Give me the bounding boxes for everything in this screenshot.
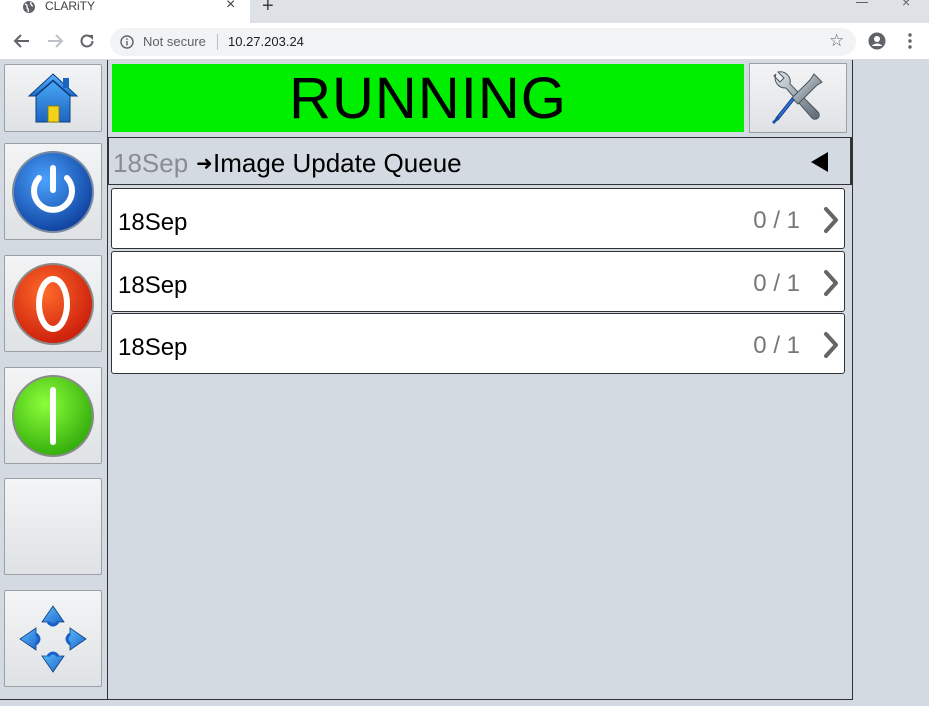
- browser-tab[interactable]: CLARiTY ×: [0, 0, 250, 23]
- power-button[interactable]: [4, 143, 102, 240]
- queue-row-name: 18Sep: [118, 334, 188, 361]
- queue-row-name: 18Sep: [118, 209, 188, 236]
- queue-row[interactable]: 18Sep 0 / 1: [111, 313, 845, 374]
- chevron-right-icon[interactable]: [820, 331, 842, 359]
- reload-icon: [80, 34, 94, 48]
- account-icon[interactable]: [868, 32, 886, 50]
- arrow-left-icon: [13, 34, 29, 48]
- navigation-arrows-icon: [19, 604, 87, 673]
- clarity-app: RUNNING 18Sep ➜ Image Update Queue 18Sep: [0, 60, 853, 700]
- url-text[interactable]: 10.27.203.24: [228, 34, 304, 49]
- arrow-right-icon: [48, 34, 64, 48]
- power-icon: [12, 150, 94, 233]
- queue-row-name: 18Sep: [118, 271, 188, 299]
- browser-tab-strip: CLARiTY × + ×: [0, 0, 929, 23]
- blank-button[interactable]: [4, 478, 102, 575]
- chevron-right-icon[interactable]: [820, 269, 842, 297]
- tab-close-button[interactable]: ×: [226, 0, 235, 14]
- queue-row[interactable]: 18Sep 0 / 1: [111, 188, 845, 249]
- queue-row-count: 0 / 1: [753, 207, 800, 234]
- breadcrumb-separator-icon: ➜: [196, 153, 213, 175]
- forward-button[interactable]: [44, 30, 66, 52]
- back-triangle-icon[interactable]: [811, 152, 828, 172]
- stop-button[interactable]: [4, 255, 102, 352]
- globe-icon: [23, 1, 35, 13]
- security-status[interactable]: Not secure: [143, 34, 206, 49]
- home-button[interactable]: [4, 64, 102, 132]
- info-icon[interactable]: [120, 35, 134, 49]
- left-rail: [0, 60, 108, 700]
- machine-status-bar[interactable]: RUNNING: [112, 64, 744, 132]
- machine-status-text: RUNNING: [289, 65, 567, 131]
- image-update-queue-list: 18Sep 0 / 1 18Sep 0 / 1 18Sep 0 / 1: [111, 188, 845, 376]
- chevron-right-icon[interactable]: [820, 206, 842, 234]
- address-divider: [217, 34, 218, 50]
- browser-menu-icon[interactable]: [902, 31, 918, 51]
- stop-icon: [12, 262, 94, 345]
- home-icon: [27, 73, 79, 123]
- back-button[interactable]: [11, 30, 33, 52]
- queue-row-count: 0 / 1: [753, 332, 800, 359]
- window-close-button[interactable]: ×: [902, 0, 910, 10]
- window-minimize-button[interactable]: [856, 0, 868, 3]
- start-icon: [12, 374, 94, 457]
- address-bar[interactable]: Not secure 10.27.203.24 ☆: [110, 28, 856, 56]
- breadcrumb-parent[interactable]: 18Sep: [113, 148, 188, 179]
- new-tab-button[interactable]: +: [262, 0, 274, 18]
- queue-row[interactable]: 18Sep 0 / 1: [111, 250, 845, 312]
- reload-button[interactable]: [76, 30, 98, 52]
- tools-button[interactable]: [749, 63, 847, 133]
- tab-title: CLARiTY: [45, 0, 96, 13]
- tools-icon: [772, 71, 823, 124]
- bookmark-star-icon[interactable]: ☆: [829, 31, 844, 51]
- breadcrumb-current: Image Update Queue: [213, 148, 462, 178]
- queue-row-count: 0 / 1: [753, 269, 800, 297]
- breadcrumb: 18Sep ➜ Image Update Queue: [108, 137, 852, 185]
- navigate-button[interactable]: [4, 590, 102, 687]
- browser-toolbar: Not secure 10.27.203.24 ☆: [0, 23, 929, 60]
- start-button[interactable]: [4, 367, 102, 464]
